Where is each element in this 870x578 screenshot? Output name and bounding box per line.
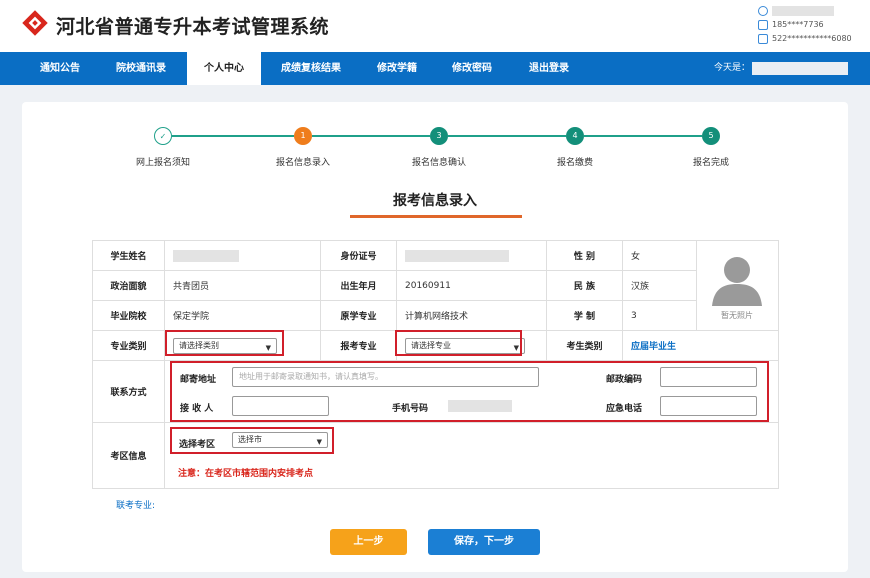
step-1-label: 网上报名须知 [135, 158, 190, 168]
student-type-label: 考生类别 [546, 330, 623, 361]
nav-logout[interactable]: 退出登录 [529, 52, 569, 85]
nav-edit-status[interactable]: 修改学籍 [377, 52, 417, 85]
step-2-circle: 1 [294, 127, 312, 145]
student-name-value [164, 240, 321, 271]
step-4-circle: 4 [566, 127, 584, 145]
birth-label: 出生年月 [320, 270, 397, 301]
school-label: 毕业院校 [92, 300, 165, 331]
today-label: 今天是： [714, 63, 751, 73]
highlight-category [165, 330, 284, 356]
prev-step-button[interactable]: 上一步 [330, 529, 407, 555]
id-card-icon [758, 33, 768, 44]
username-masked [772, 5, 834, 16]
avatar-placeholder-icon [712, 257, 762, 306]
nav-school-directory[interactable]: 院校通讯录 [116, 52, 166, 85]
site-title: 河北省普通专升本考试管理系统 [56, 16, 330, 38]
step-connector [172, 135, 294, 137]
save-next-button[interactable]: 保存，下一步 [428, 529, 540, 555]
step-5-circle: 5 [702, 127, 720, 145]
gender-value: 女 [622, 240, 697, 271]
step-4-label: 报名缴费 [556, 158, 593, 168]
id-number-label: 身份证号 [320, 240, 397, 271]
school-value: 保定学院 [164, 300, 321, 331]
area-note: 注意：在考区市辖范围内安排考点 [178, 469, 314, 479]
gender-label: 性 别 [546, 240, 623, 271]
years-label: 学 制 [546, 300, 623, 331]
user-info: 185****7736 522***********6080 [758, 4, 868, 46]
highlight-contact [170, 361, 769, 422]
ethnicity-value: 汉族 [622, 270, 697, 301]
highlight-major [395, 330, 522, 356]
step-1-check-icon: ✓ [154, 127, 172, 145]
nav-score-review[interactable]: 成绩复核结果 [281, 52, 341, 85]
main-nav: 通知公告 院校通讯录 个人中心 成绩复核结果 修改学籍 修改密码 退出登录 今天… [0, 52, 870, 85]
years-value: 3 [622, 300, 697, 331]
category-label: 专业类别 [92, 330, 165, 361]
ethnicity-label: 民 族 [546, 270, 623, 301]
user-phone: 185****7736 [772, 20, 824, 29]
user-icon [758, 5, 768, 16]
user-id-number: 522***********6080 [772, 34, 852, 43]
step-3-label: 报名信息确认 [411, 158, 466, 168]
politics-value: 共青团员 [164, 270, 321, 301]
phone-icon [758, 19, 768, 30]
step-connector [584, 135, 702, 137]
joint-major-label: 联考专业: [116, 501, 156, 511]
nav-change-password[interactable]: 修改密码 [452, 52, 492, 85]
orig-major-label: 原学专业 [320, 300, 397, 331]
step-connector [448, 135, 566, 137]
nav-personal-center[interactable]: 个人中心 [187, 52, 261, 85]
step-connector [312, 135, 430, 137]
major-label: 报考专业 [320, 330, 397, 361]
student-type-value: 应届毕业生 [622, 330, 779, 361]
step-5-label: 报名完成 [692, 158, 729, 168]
step-3-circle: 3 [430, 127, 448, 145]
exam-area-label: 考区信息 [92, 422, 165, 489]
id-number-value [396, 240, 547, 271]
form-title: 报考信息录入 [393, 193, 477, 209]
birth-value: 20160911 [396, 270, 547, 301]
highlight-city [170, 427, 334, 454]
today-date-masked [752, 62, 848, 75]
title-underline [350, 215, 522, 218]
photo-caption: 暂无照片 [721, 311, 753, 320]
student-name-label: 学生姓名 [92, 240, 165, 271]
contact-label: 联系方式 [92, 360, 165, 423]
logo-icon [22, 10, 48, 36]
politics-label: 政治面貌 [92, 270, 165, 301]
header: 河北省普通专升本考试管理系统 185****7736 522**********… [0, 0, 870, 52]
nav-notices[interactable]: 通知公告 [40, 52, 80, 85]
orig-major-value: 计算机网络技术 [396, 300, 547, 331]
step-2-label: 报名信息录入 [275, 158, 330, 168]
